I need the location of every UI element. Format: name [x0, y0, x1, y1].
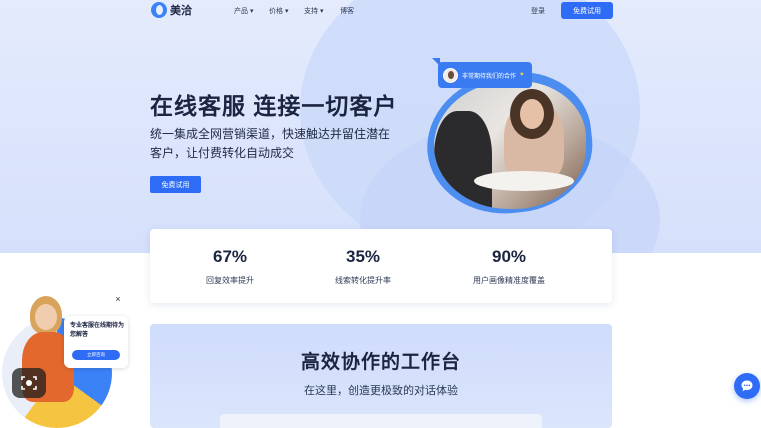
- workbench-section: 高效协作的工作台 在这里，创造更极致的对话体验: [150, 324, 612, 428]
- customer-service-widget: 专业客服在线期待为您解答 立即咨询 ×: [0, 290, 135, 428]
- nav-item-support[interactable]: 支持 ▾: [304, 6, 323, 16]
- hero-photo: [434, 81, 586, 209]
- hero-section: 美洽 产品 ▾ 价格 ▾ 支持 ▾ 博客 登录 免费试用 在线客服 连接一切客户…: [0, 0, 761, 253]
- brand-logo-icon: [151, 2, 167, 18]
- chat-tag-text: 非常期待我们的合作: [462, 73, 517, 80]
- widget-bubble[interactable]: 专业客服在线期待为您解答 立即咨询: [64, 316, 128, 368]
- lens-icon[interactable]: [12, 368, 46, 398]
- nav-free-trial-button[interactable]: 免费试用: [561, 2, 613, 19]
- agent-face: [35, 304, 57, 330]
- workbench-subtitle: 在这里，创造更极致的对话体验: [304, 385, 458, 397]
- stat-value: 35%: [345, 247, 381, 266]
- stat-label: 用户画像精准度覆盖: [473, 276, 545, 285]
- heart-emoji-icon: ♥: [520, 72, 524, 78]
- photo-person-face: [520, 99, 544, 129]
- login-link[interactable]: 登录: [531, 6, 545, 16]
- photo-person-back: [434, 111, 492, 209]
- brand-name: 美洽: [170, 5, 192, 17]
- hero-free-trial-button[interactable]: 免费试用: [150, 176, 201, 193]
- top-nav: 美洽 产品 ▾ 价格 ▾ 支持 ▾ 博客 登录 免费试用: [0, 0, 761, 22]
- nav-item-blog[interactable]: 博客: [340, 6, 354, 16]
- stat-item: 67% 回复效率提升: [160, 229, 300, 286]
- brand-logo[interactable]: 美洽: [151, 2, 192, 18]
- workbench-preview: [220, 414, 542, 428]
- photo-table: [474, 171, 574, 191]
- stat-value: 67%: [212, 247, 248, 266]
- hero-title: 在线客服 连接一切客户: [150, 93, 398, 119]
- chat-fab-icon[interactable]: [734, 373, 760, 399]
- chat-tag: 非常期待我们的合作 ♥: [438, 62, 532, 88]
- nav-item-pricing[interactable]: 价格 ▾: [269, 6, 288, 16]
- stat-item: 90% 用户画像精准度覆盖: [439, 229, 579, 286]
- widget-consult-button[interactable]: 立即咨询: [72, 350, 120, 360]
- chat-avatar: [443, 67, 458, 83]
- workbench-title: 高效协作的工作台: [300, 352, 461, 373]
- hero-subtitle: 统一集成全网营销渠道，快速触达并留住潜在客户，让付费转化自动成交: [150, 127, 391, 160]
- stat-item: 35% 线索转化提升率: [293, 229, 433, 286]
- stats-card: 67% 回复效率提升 35% 线索转化提升率 90% 用户画像精准度覆盖: [150, 229, 612, 303]
- nav-item-product[interactable]: 产品 ▾: [234, 6, 253, 16]
- widget-bubble-text: 专业客服在线期待为您解答: [70, 323, 125, 338]
- stat-label: 线索转化提升率: [335, 276, 391, 285]
- widget-close-icon[interactable]: ×: [113, 294, 123, 304]
- stat-value: 90%: [491, 247, 527, 266]
- stat-label: 回复效率提升: [206, 276, 254, 285]
